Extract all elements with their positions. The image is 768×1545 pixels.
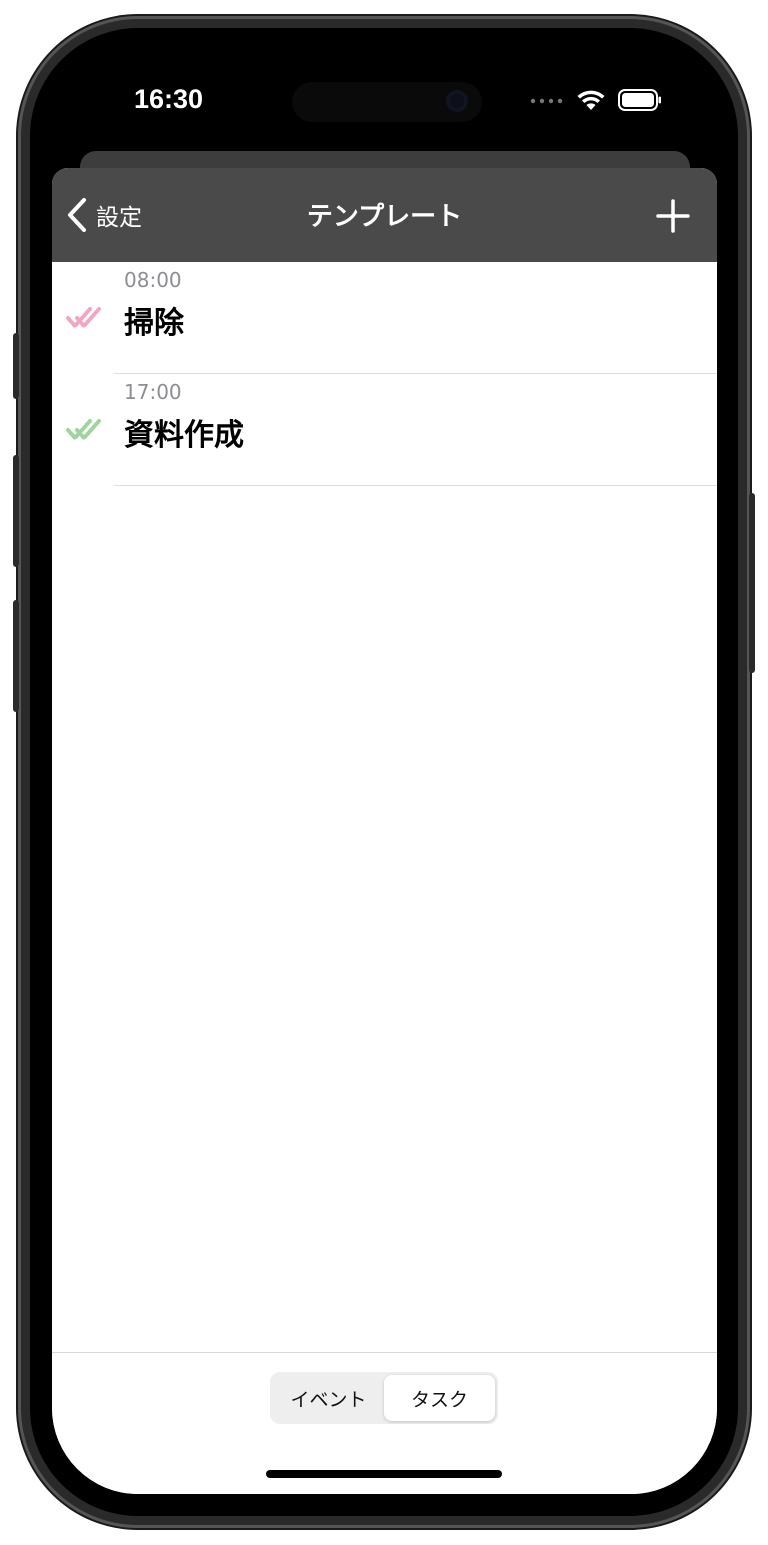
camera-icon bbox=[446, 90, 468, 112]
wifi-icon bbox=[577, 90, 605, 110]
screen: 16:30 設定 テンプレート 08:00 掃除 17:00 資料作成 イベント… bbox=[52, 50, 717, 1494]
battery-icon bbox=[618, 89, 661, 111]
template-time: 17:00 bbox=[124, 380, 182, 404]
template-title: 資料作成 bbox=[124, 418, 244, 453]
home-indicator[interactable] bbox=[266, 1470, 502, 1478]
template-row-cleaning[interactable]: 08:00 掃除 bbox=[52, 262, 717, 374]
checkmark-icon bbox=[66, 307, 101, 328]
volume-up-button bbox=[13, 455, 19, 567]
row-divider bbox=[114, 485, 717, 486]
segment-task[interactable]: タスク bbox=[384, 1375, 495, 1421]
navigation-bar: 設定 テンプレート bbox=[52, 168, 717, 262]
cellular-dots-icon bbox=[530, 98, 563, 104]
event-task-segmented-control: イベント タスク bbox=[270, 1372, 498, 1424]
template-title: 掃除 bbox=[124, 306, 184, 341]
page-title: テンプレート bbox=[306, 202, 463, 232]
template-row-document[interactable]: 17:00 資料作成 bbox=[52, 374, 717, 486]
template-sheet: 設定 テンプレート 08:00 掃除 17:00 資料作成 イベント タスク bbox=[52, 168, 717, 1494]
template-list: 08:00 掃除 17:00 資料作成 bbox=[52, 262, 717, 486]
power-button bbox=[749, 493, 755, 673]
template-time: 08:00 bbox=[124, 268, 182, 292]
status-bar: 16:30 bbox=[52, 50, 717, 150]
volume-down-button bbox=[13, 600, 19, 712]
segment-event[interactable]: イベント bbox=[273, 1375, 384, 1421]
plus-icon[interactable] bbox=[655, 198, 691, 234]
status-icons bbox=[530, 88, 662, 112]
action-button bbox=[13, 333, 19, 399]
status-time: 16:30 bbox=[134, 84, 204, 114]
checkmark-icon bbox=[66, 419, 101, 440]
